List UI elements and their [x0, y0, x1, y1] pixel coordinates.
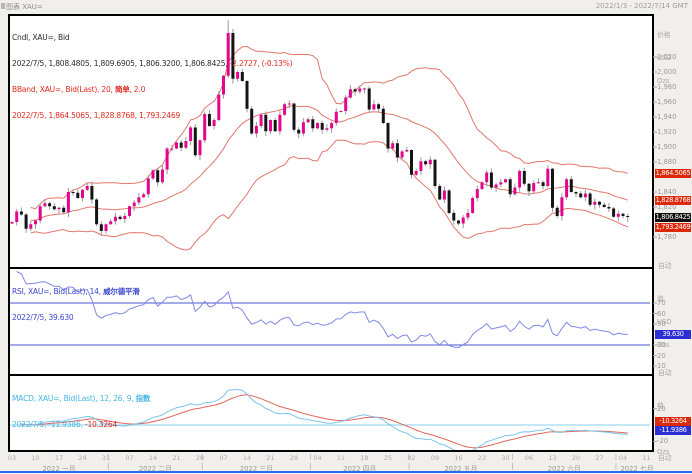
- tick-label: 1,840: [657, 188, 677, 196]
- day-label: 06: [524, 454, 534, 462]
- day-label: 17: [54, 454, 64, 462]
- rsi-axis-badge: 39.630: [655, 330, 691, 339]
- bband-upper-axis-badge: 1,864.5065: [655, 169, 691, 178]
- macd-series-label: MACD, XAU=, Bid(Last), 12, 26, 9,: [12, 394, 136, 404]
- day-label: 11: [642, 454, 651, 462]
- day-label: 24: [78, 454, 87, 462]
- tick-label: 1,900: [657, 143, 677, 151]
- tick-label: 1,780: [657, 233, 677, 241]
- day-label: 21: [172, 454, 181, 462]
- day-label: 04: [313, 454, 322, 462]
- day-label: 27: [595, 454, 604, 462]
- macd-axis-auto-button[interactable]: 自动: [658, 452, 672, 462]
- day-label: 02: [407, 454, 416, 462]
- window-bottom-edge: [0, 471, 692, 473]
- change-values: -2.2727, (-0.13%): [227, 58, 293, 68]
- macd-signal-value: -10.3264: [82, 419, 118, 429]
- tick-label: 20: [657, 404, 666, 413]
- day-label: 20: [571, 454, 581, 462]
- tick-label: 30: [657, 341, 666, 349]
- day-label: 25: [383, 454, 393, 462]
- day-label: 30: [501, 454, 510, 462]
- day-label: 31: [101, 454, 111, 462]
- day-label: 21: [266, 454, 275, 462]
- day-label: 14: [148, 454, 158, 462]
- tick-label: 1,960: [657, 98, 677, 106]
- rsi-series-label: RSI, XAU=, Bid(Last), 14,: [12, 287, 104, 297]
- day-label: 03: [7, 454, 17, 462]
- tick-label: 70: [657, 299, 666, 307]
- tick-label: 1,920: [657, 128, 677, 136]
- day-label: 28: [289, 454, 299, 462]
- day-label: 28: [195, 454, 205, 462]
- day-label: 16: [454, 454, 463, 462]
- day-label: 07: [125, 454, 134, 462]
- last-price-axis-badge: 1,806.8425: [655, 213, 691, 222]
- tick-label: 10: [657, 362, 666, 370]
- tick-label: 50: [657, 320, 666, 328]
- macd-ma-type: 指数: [135, 394, 151, 404]
- tick-label: 1,940: [657, 113, 677, 121]
- candle-series-label: Cndl, XAU=, Bid: [12, 33, 70, 43]
- day-label: 10: [31, 454, 40, 462]
- day-label: 23: [477, 454, 487, 462]
- bband-mid-axis-badge: 1,828.8768: [655, 196, 691, 205]
- day-label: 07: [219, 454, 228, 462]
- macd-value: 2022/7/5, -11.9386,: [12, 419, 83, 429]
- ohlc-values: 2022/7/5, 1,808.4805, 1,809.6905, 1,806.…: [12, 58, 228, 68]
- day-label: 09: [430, 454, 440, 462]
- tick-label: 20: [657, 351, 666, 360]
- day-label: 14: [242, 454, 252, 462]
- macd-legend: MACD, XAU=, Bid(Last), 12, 26, 9, 指数 202…: [12, 378, 150, 438]
- price-legend: Cndl, XAU=, Bid 2022/7/5, 1,808.4805, 1,…: [12, 33, 293, 120]
- macd-line-axis-badge: -11.9386: [655, 426, 691, 435]
- tick-label: 2,000: [657, 68, 677, 76]
- tick-label: 60: [657, 309, 666, 318]
- bband-values: 2022/7/5, 1,864.5065, 1,828.8768, 1,793.…: [12, 110, 181, 120]
- price-axis-auto-button[interactable]: 自动: [658, 260, 672, 270]
- rsi-legend: RSI, XAU=, Bid(Last), 14, 威尔德平滑 2022/7/5…: [12, 271, 140, 331]
- tick-label: 1,880: [657, 158, 677, 166]
- tick-label: 1,980: [657, 83, 677, 91]
- rsi-value: 2022/7/5, 39.630: [12, 312, 74, 322]
- bband-series-label: BBand, XAU=, Bid(Last), 20,: [12, 84, 115, 94]
- day-label: 11: [336, 454, 346, 462]
- tick-label: 2,020: [657, 53, 677, 61]
- day-label: 18: [360, 454, 369, 462]
- rsi-smoothing-type: 威尔德平滑: [103, 287, 140, 297]
- day-label: 13: [548, 454, 557, 462]
- tick-label: -20: [657, 437, 669, 446]
- macd-signal-axis-badge: -10.3264: [655, 417, 691, 426]
- day-label: 04: [618, 454, 628, 462]
- bband-lower-axis-badge: 1,793.2469: [655, 223, 691, 232]
- bband-ma-type: 简单: [114, 84, 130, 94]
